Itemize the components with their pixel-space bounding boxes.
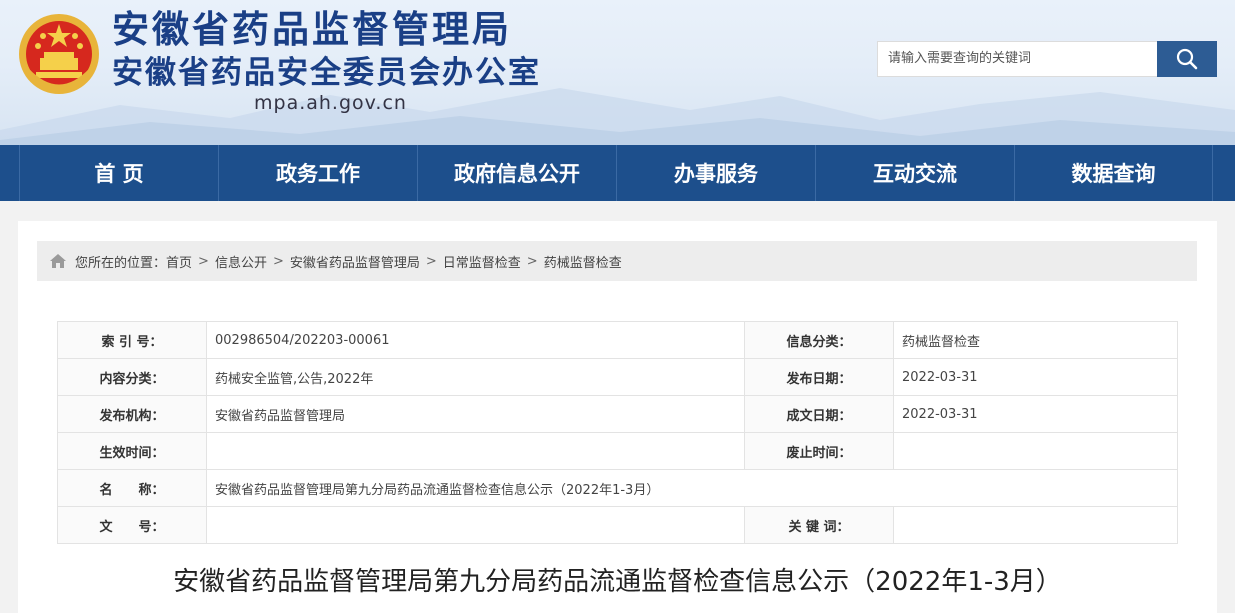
breadcrumb-prefix: 您所在的位置： <box>75 255 167 271</box>
search-input[interactable]: 请输入需要查询的关键词 <box>877 41 1157 77</box>
site-header: 安徽省药品监督管理局 安徽省药品安全委员会办公室 mpa.ah.gov.cn 请… <box>0 0 1235 145</box>
breadcrumb-home[interactable]: 首页 <box>166 252 192 271</box>
table-row: 发布机构： 安徽省药品监督管理局 成文日期： 2022-03-31 <box>57 395 1178 433</box>
abolish-time-label: 废止时间： <box>744 432 894 470</box>
nav-item-interaction[interactable]: 互动交流 <box>815 145 1014 201</box>
name-label: 名 称： <box>57 469 207 507</box>
document-number-label: 文 号： <box>57 506 207 544</box>
index-label: 索 引 号： <box>57 321 207 359</box>
breadcrumb-separator: > <box>526 253 538 269</box>
main-nav: 首 页 政务工作 政府信息公开 办事服务 互动交流 数据查询 <box>0 145 1235 201</box>
site-title: 安徽省药品监督管理局 <box>112 8 512 51</box>
breadcrumb-separator: > <box>425 253 437 269</box>
publisher-label: 发布机构： <box>57 395 207 433</box>
home-icon <box>50 254 66 268</box>
content-category-value: 药械安全监管,公告,2022年 <box>206 358 745 396</box>
document-date-label: 成文日期： <box>744 395 894 433</box>
nav-item-home[interactable]: 首 页 <box>19 145 218 201</box>
search-icon <box>1176 48 1198 70</box>
table-row: 名 称： 安徽省药品监督管理局第九分局药品流通监督检查信息公示（2022年1-3… <box>57 469 1178 507</box>
keywords-value <box>893 506 1178 544</box>
content-category-label: 内容分类： <box>57 358 207 396</box>
table-row: 内容分类： 药械安全监管,公告,2022年 发布日期： 2022-03-31 <box>57 358 1178 396</box>
publish-date-value: 2022-03-31 <box>893 358 1178 396</box>
site-subtitle: 安徽省药品安全委员会办公室 <box>112 55 541 91</box>
nav-item-government-work[interactable]: 政务工作 <box>218 145 417 201</box>
publisher-value: 安徽省药品监督管理局 <box>206 395 745 433</box>
publish-date-label: 发布日期： <box>744 358 894 396</box>
breadcrumb-agency[interactable]: 安徽省药品监督管理局 <box>290 252 420 271</box>
name-value: 安徽省药品监督管理局第九分局药品流通监督检查信息公示（2022年1-3月） <box>206 469 1178 507</box>
category-value: 药械监督检查 <box>893 321 1178 359</box>
index-value: 002986504/202203-00061 <box>206 321 745 359</box>
site-domain: mpa.ah.gov.cn <box>254 92 407 114</box>
document-date-value: 2022-03-31 <box>893 395 1178 433</box>
search-button[interactable] <box>1157 41 1217 77</box>
effective-time-label: 生效时间： <box>57 432 207 470</box>
nav-item-data-query[interactable]: 数据查询 <box>1014 145 1213 201</box>
nav-item-services[interactable]: 办事服务 <box>616 145 815 201</box>
breadcrumb-separator: > <box>272 253 284 269</box>
category-label: 信息分类： <box>744 321 894 359</box>
breadcrumb-separator: > <box>198 253 209 269</box>
document-number-value <box>206 506 745 544</box>
document-info-table: 索 引 号： 002986504/202203-00061 信息分类： 药械监督… <box>57 321 1178 544</box>
abolish-time-value <box>893 432 1178 470</box>
table-row: 生效时间： 废止时间： <box>57 432 1178 470</box>
breadcrumb: 您所在的位置： 首页 > 信息公开 > 安徽省药品监督管理局 > 日常监督检查 … <box>37 241 1197 281</box>
breadcrumb-drug-device-inspection[interactable]: 药械监督检查 <box>544 252 622 271</box>
article-title: 安徽省药品监督管理局第九分局药品流通监督检查信息公示（2022年1-3月） <box>173 567 1062 597</box>
nav-item-info-disclosure[interactable]: 政府信息公开 <box>417 145 616 201</box>
national-emblem-icon <box>19 14 99 94</box>
effective-time-value <box>206 432 745 470</box>
table-row: 文 号： 关 键 词： <box>57 506 1178 544</box>
keywords-label: 关 键 词： <box>744 506 894 544</box>
breadcrumb-routine-inspection[interactable]: 日常监督检查 <box>443 252 521 271</box>
table-row: 索 引 号： 002986504/202203-00061 信息分类： 药械监督… <box>57 321 1178 359</box>
breadcrumb-info-disclosure[interactable]: 信息公开 <box>215 252 267 271</box>
